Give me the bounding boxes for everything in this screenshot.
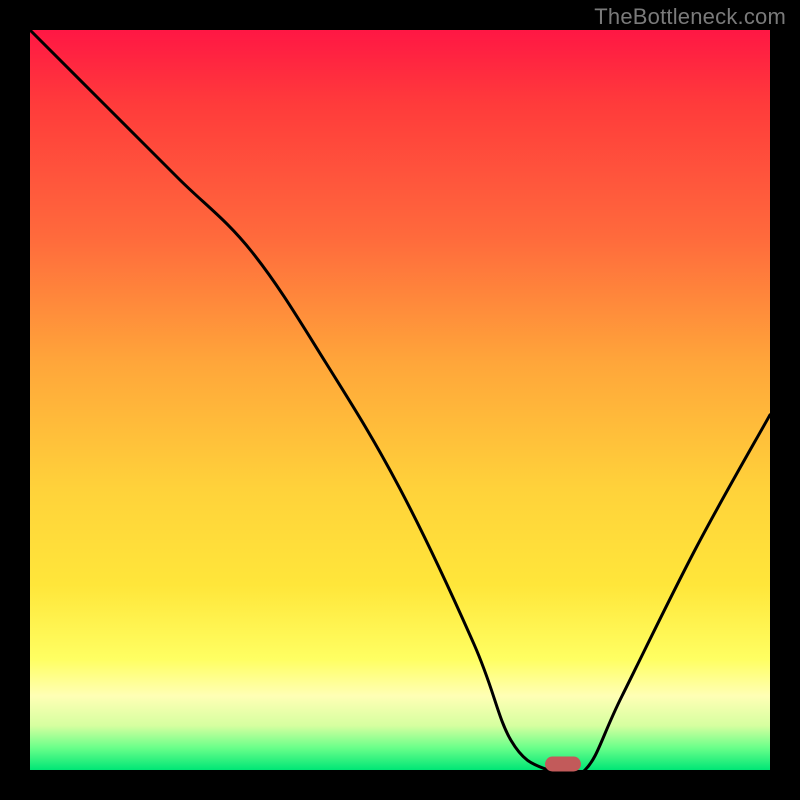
plot-area — [30, 30, 770, 770]
chart-frame: TheBottleneck.com — [0, 0, 800, 800]
watermark-text: TheBottleneck.com — [594, 4, 786, 30]
bottleneck-curve — [30, 30, 770, 770]
optimal-marker — [545, 757, 581, 772]
curve-path — [30, 30, 770, 777]
